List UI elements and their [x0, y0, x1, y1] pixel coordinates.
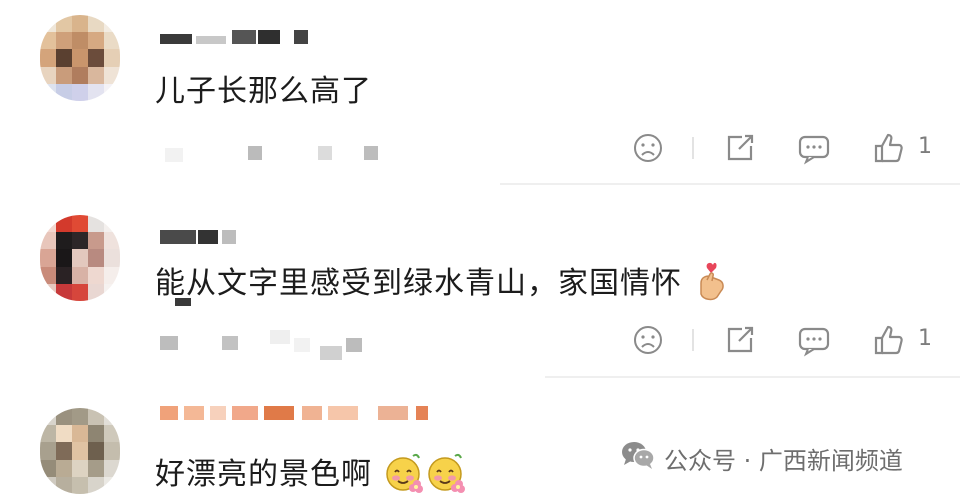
- comment-actions: 1: [628, 320, 948, 360]
- username-pixelated[interactable]: [160, 30, 310, 44]
- frown-face-icon[interactable]: [628, 128, 668, 168]
- avatar[interactable]: [40, 408, 120, 494]
- thumbs-up-icon[interactable]: [868, 128, 908, 168]
- comment-text: 儿子长那么高了: [155, 74, 372, 109]
- comment-bubble-icon[interactable]: [794, 128, 834, 168]
- comment-separator: [500, 183, 960, 185]
- username-pixelated[interactable]: [160, 230, 260, 244]
- comment-actions: 1: [628, 128, 948, 168]
- avatar[interactable]: [40, 15, 120, 101]
- like-count: 1: [918, 326, 932, 351]
- action-divider: [692, 137, 694, 159]
- comment-separator: [545, 376, 960, 378]
- frown-face-icon[interactable]: [628, 320, 668, 360]
- like-count: 1: [918, 134, 932, 159]
- finger-heart-emoji: [693, 261, 729, 309]
- comment-text: 好漂亮的景色啊: [155, 449, 467, 502]
- comment-bubble-icon[interactable]: [794, 320, 834, 360]
- thumbs-up-icon[interactable]: [868, 320, 908, 360]
- comment-text: 能从文字里感受到绿水青山，家国情怀: [155, 258, 729, 309]
- username-pixelated[interactable]: [160, 406, 440, 420]
- account-watermark: 公众号 · 广西新闻频道: [620, 440, 903, 476]
- share-arrow-icon[interactable]: [720, 320, 760, 360]
- flower-blush-emoji: [383, 450, 467, 502]
- watermark-text: 公众号 · 广西新闻频道: [664, 446, 903, 475]
- wechat-icon: [620, 440, 656, 476]
- action-divider: [692, 329, 694, 351]
- avatar[interactable]: [40, 215, 120, 301]
- share-arrow-icon[interactable]: [720, 128, 760, 168]
